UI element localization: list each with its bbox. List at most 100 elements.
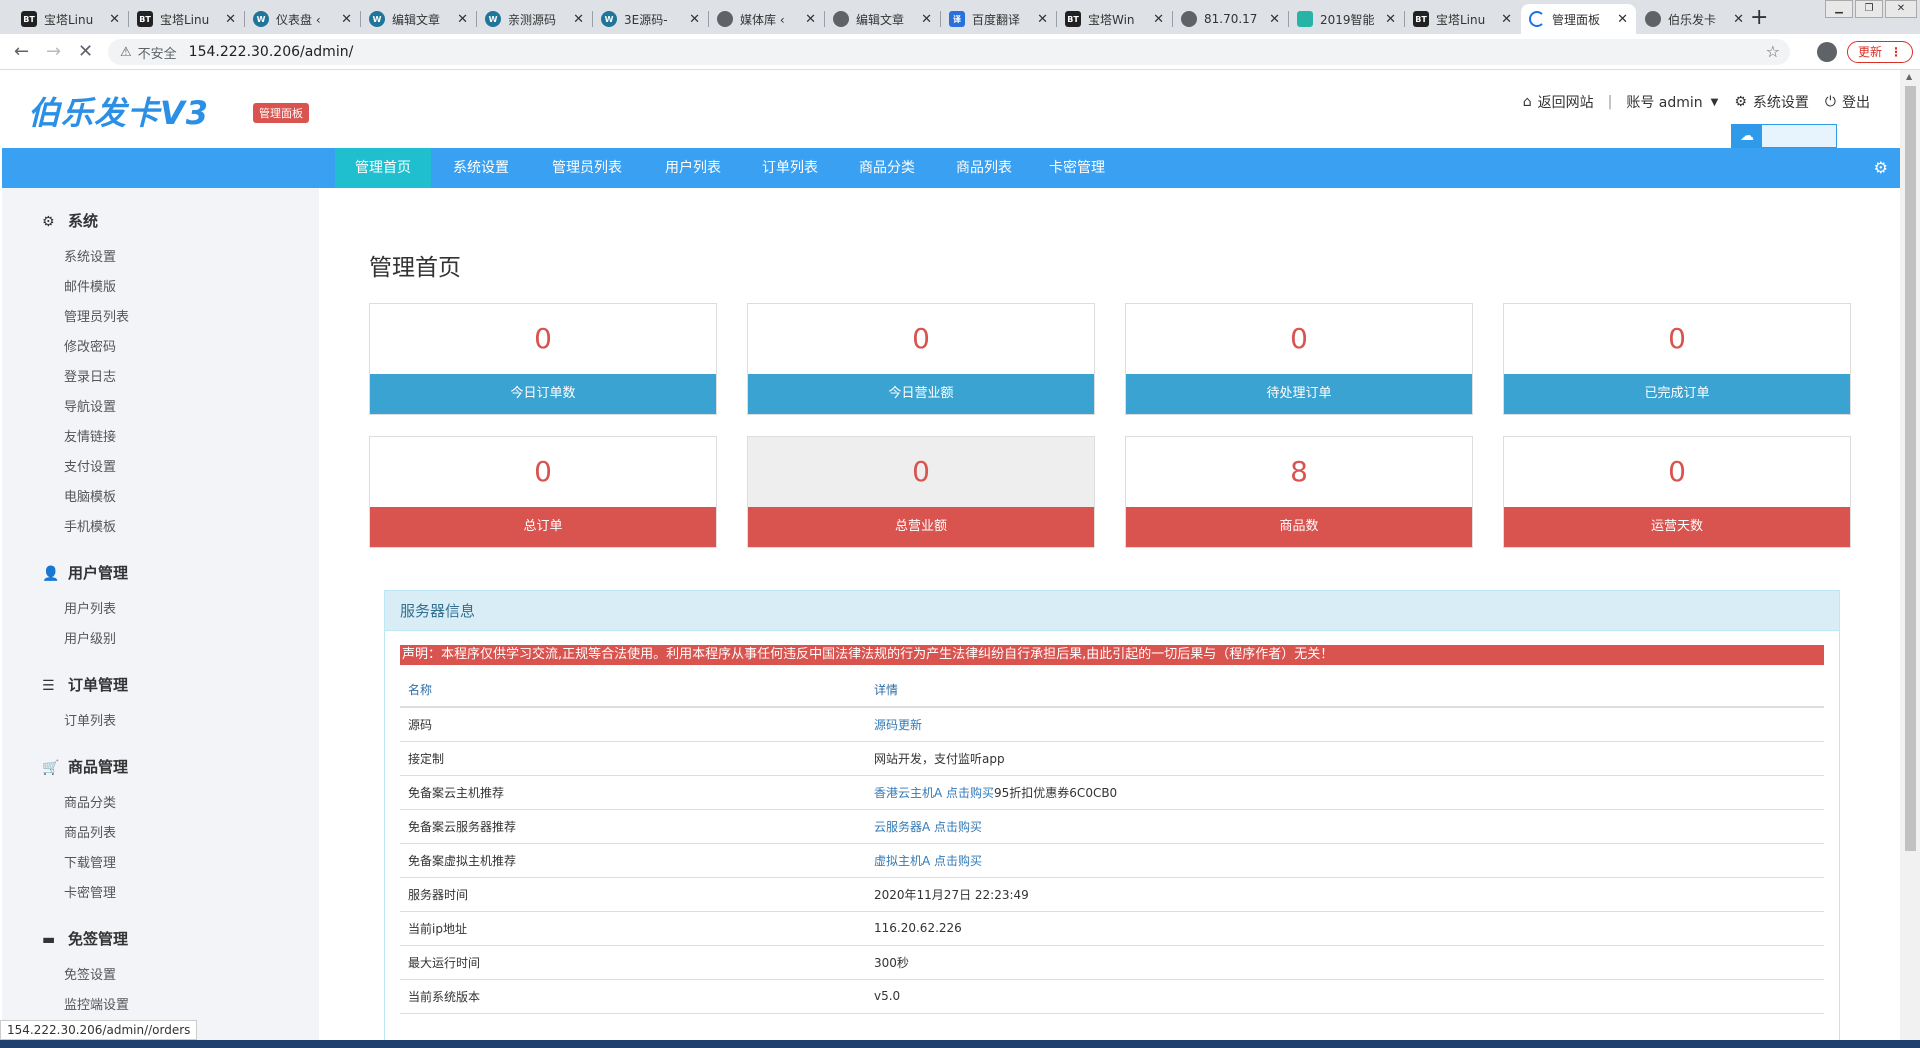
bookmark-star-icon[interactable]: ☆ [1766,42,1780,61]
browser-tab[interactable]: BT 宝塔Win ✕ [1057,4,1172,34]
tab-close-icon[interactable]: ✕ [1385,12,1396,27]
detail-link[interactable]: 云服务器A 点击购买 [874,820,982,834]
cloud-widget[interactable]: ☁ [1731,124,1837,148]
update-button[interactable]: 更新 ⋮ [1847,41,1914,63]
back-to-site-link[interactable]: 返回网站 [1538,92,1594,112]
scroll-up-icon[interactable]: ▲ [1906,72,1912,81]
address-bar[interactable]: ⚠ 不安全 154.222.30.206/admin/ ☆ [108,39,1790,65]
row-name: 当前系统版本 [400,979,866,1014]
url-text[interactable]: 154.222.30.206/admin/ [189,44,354,60]
sidebar-item[interactable]: 支付设置 [64,456,116,475]
sidebar-group-header[interactable]: ▬ 免签管理 [42,928,128,949]
tab-close-icon[interactable]: ✕ [1617,12,1628,27]
stat-card[interactable]: 0 总订单 [369,436,717,548]
tab-close-icon[interactable]: ✕ [225,12,236,27]
tab-close-icon[interactable]: ✕ [921,12,932,27]
stat-card[interactable]: 0 运营天数 [1503,436,1851,548]
sidebar-item[interactable]: 电脑模板 [64,486,116,505]
cloud-icon[interactable]: ☁ [1732,125,1762,147]
nav-item[interactable]: 用户列表 [645,148,741,188]
sidebar-item[interactable]: 友情链接 [64,426,116,445]
sidebar-item[interactable]: 系统设置 [64,246,116,265]
sidebar-item[interactable]: 修改密码 [64,336,116,355]
sidebar-item[interactable]: 监控端设置 [64,994,129,1013]
scroll-thumb[interactable] [1905,86,1916,851]
sidebar-item[interactable]: 订单列表 [64,710,116,729]
back-icon[interactable]: ← [14,41,29,62]
sidebar-item[interactable]: 登录日志 [64,366,116,385]
browser-tab[interactable]: W 3E源码- ✕ [593,4,708,34]
sidebar-item[interactable]: 卡密管理 [64,882,116,901]
sidebar-group-header[interactable]: ⚙ 系统 [42,210,98,231]
sidebar-group-header[interactable]: ☰ 订单管理 [42,674,128,695]
sidebar-item[interactable]: 导航设置 [64,396,116,415]
browser-tab[interactable]: 编辑文章 ✕ [825,4,940,34]
tab-close-icon[interactable]: ✕ [1501,12,1512,27]
nav-item[interactable]: 管理员列表 [530,148,644,188]
sidebar-item[interactable]: 用户级别 [64,628,116,647]
stat-card[interactable]: 0 总营业额 [747,436,1095,548]
nav-item[interactable]: 订单列表 [742,148,838,188]
tab-close-icon[interactable]: ✕ [1037,12,1048,27]
sidebar-item[interactable]: 商品分类 [64,792,116,811]
browser-tab[interactable]: W 仪表盘 ‹ ✕ [245,4,360,34]
nav-item[interactable]: 商品分类 [839,148,935,188]
browser-tab[interactable]: W 亲测源码 ✕ [477,4,592,34]
sidebar-item[interactable]: 管理员列表 [64,306,129,325]
tab-close-icon[interactable]: ✕ [1269,12,1280,27]
logout-link[interactable]: 登出 [1842,92,1870,112]
stat-card[interactable]: 8 商品数 [1125,436,1473,548]
tab-close-icon[interactable]: ✕ [805,12,816,27]
profile-avatar-icon[interactable] [1817,42,1837,62]
nav-item[interactable]: 管理首页 [335,148,431,188]
forward-icon[interactable]: → [46,41,61,62]
nav-item[interactable]: 系统设置 [432,148,530,188]
tab-close-icon[interactable]: ✕ [457,12,468,27]
sidebar-item[interactable]: 邮件模版 [64,276,116,295]
sidebar-item[interactable]: 下载管理 [64,852,116,871]
sidebar-item[interactable]: 免签设置 [64,964,116,983]
tab-close-icon[interactable]: ✕ [689,12,700,27]
sidebar-group-header[interactable]: 👤 用户管理 [42,562,128,583]
restore-button[interactable]: ❐ [1855,0,1883,18]
detail-link[interactable]: 香港云主机A 点击购买 [874,786,994,800]
system-settings-link[interactable]: 系统设置 [1753,92,1809,112]
close-window-button[interactable]: ✕ [1885,0,1917,18]
stat-card[interactable]: 0 待处理订单 [1125,303,1473,415]
nav-item[interactable]: 卡密管理 [1032,148,1122,188]
browser-tab[interactable]: 伯乐发卡 ✕ [1637,4,1752,34]
browser-tab[interactable]: BT 宝塔Linu ✕ [13,4,128,34]
stat-card[interactable]: 0 今日营业额 [747,303,1095,415]
stat-card[interactable]: 0 已完成订单 [1503,303,1851,415]
site-logo[interactable]: 伯乐发卡V3 [28,88,209,134]
nav-item[interactable]: 商品列表 [936,148,1032,188]
tab-close-icon[interactable]: ✕ [1153,12,1164,27]
detail-link[interactable]: 虚拟主机A 点击购买 [874,854,982,868]
sidebar-item[interactable]: 用户列表 [64,598,116,617]
caret-down-icon[interactable]: ▼ [1711,97,1719,108]
browser-tab[interactable]: 管理面板 ✕ [1521,4,1636,34]
page-scrollbar[interactable]: ▲ [1900,70,1920,1048]
browser-tab[interactable]: 媒体库 ‹ ✕ [709,4,824,34]
stat-card[interactable]: 0 今日订单数 [369,303,717,415]
tab-close-icon[interactable]: ✕ [109,12,120,27]
tab-close-icon[interactable]: ✕ [1733,12,1744,27]
sidebar-item[interactable]: 商品列表 [64,822,116,841]
browser-tab[interactable]: BT 宝塔Linu ✕ [129,4,244,34]
browser-tab[interactable]: W 编辑文章 ✕ [361,4,476,34]
browser-tab[interactable]: 2019智能 ✕ [1289,4,1404,34]
browser-tab[interactable]: 译百度翻译 ✕ [941,4,1056,34]
tab-close-icon[interactable]: ✕ [341,12,352,27]
stop-loading-icon[interactable]: ✕ [78,41,93,62]
nav-gear-icon[interactable]: ⚙ [1874,158,1888,177]
browser-tab[interactable]: 81.70.17 ✕ [1173,4,1288,34]
tab-close-icon[interactable]: ✕ [573,12,584,27]
home-icon: ⌂ [1522,94,1532,110]
account-menu[interactable]: 账号 admin [1626,92,1702,112]
detail-link[interactable]: 源码更新 [874,718,922,732]
sidebar-group-header[interactable]: 🛒 商品管理 [42,756,128,777]
sidebar-item[interactable]: 手机模板 [64,516,116,535]
minimize-button[interactable]: ▁ [1825,0,1853,18]
browser-tab[interactable]: BT 宝塔Linu ✕ [1405,4,1520,34]
new-tab-button[interactable]: + [1750,4,1768,32]
